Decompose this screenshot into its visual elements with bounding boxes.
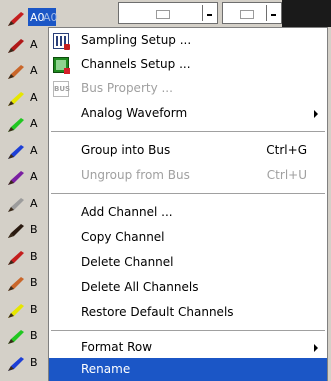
context-menu: Sampling Setup ... Channels Setup ... BU… bbox=[48, 27, 328, 381]
waveform-display bbox=[282, 0, 331, 27]
pen-color-icon[interactable] bbox=[6, 64, 26, 80]
menu-item-analog-waveform[interactable]: Analog Waveform bbox=[49, 102, 327, 125]
channel-label: A bbox=[30, 64, 38, 77]
channel-label: A bbox=[30, 117, 38, 130]
channel-label: B bbox=[30, 356, 38, 369]
pen-color-icon[interactable] bbox=[6, 38, 26, 54]
envelope-icon bbox=[156, 10, 170, 19]
bus-property-icon: BUS bbox=[53, 81, 70, 97]
menu-item-label: Channels Setup ... bbox=[81, 57, 191, 71]
channel-label: A bbox=[30, 144, 38, 157]
pen-color-icon[interactable] bbox=[6, 197, 26, 213]
submenu-arrow-icon bbox=[314, 110, 318, 118]
pen-color-icon[interactable] bbox=[6, 170, 26, 186]
trigger-cell-1[interactable] bbox=[118, 2, 218, 24]
pen-color-icon[interactable] bbox=[6, 303, 26, 319]
pen-color-icon[interactable] bbox=[6, 329, 26, 345]
menu-item-label: Add Channel ... bbox=[81, 205, 173, 219]
menu-item-label: Rename bbox=[81, 362, 131, 376]
pen-color-icon[interactable] bbox=[6, 91, 26, 107]
menu-item-rename[interactable]: Rename bbox=[49, 358, 327, 381]
pen-color-icon[interactable] bbox=[6, 276, 26, 292]
menu-item-label: Bus Property ... bbox=[81, 81, 173, 95]
channel-label: A bbox=[30, 91, 38, 104]
dropdown-arrow-icon[interactable] bbox=[202, 5, 215, 21]
channel-label-ghost: A0 bbox=[43, 11, 58, 24]
channel-label: B bbox=[30, 303, 38, 316]
menu-item-group-into-bus[interactable]: Group into Bus Ctrl+G bbox=[49, 139, 327, 162]
dropdown-arrow-icon[interactable] bbox=[266, 5, 279, 21]
menu-item-label: Delete All Channels bbox=[81, 280, 199, 294]
menu-item-delete-all-channels[interactable]: Delete All Channels bbox=[49, 276, 327, 299]
pen-color-icon[interactable] bbox=[6, 144, 26, 160]
menu-separator bbox=[51, 131, 325, 132]
menu-item-label: Sampling Setup ... bbox=[81, 33, 192, 47]
channel-label: A bbox=[30, 197, 38, 210]
menu-item-shortcut: Ctrl+G bbox=[266, 143, 307, 157]
menu-item-delete-channel[interactable]: Delete Channel bbox=[49, 251, 327, 274]
channel-label: A bbox=[30, 38, 38, 51]
menu-item-label: Restore Default Channels bbox=[81, 305, 234, 319]
submenu-arrow-icon bbox=[314, 344, 318, 352]
menu-item-ungroup-from-bus[interactable]: Ungroup from Bus Ctrl+U bbox=[49, 164, 327, 187]
menu-item-label: Delete Channel bbox=[81, 255, 174, 269]
channel-label: B bbox=[30, 276, 38, 289]
menu-item-label: Group into Bus bbox=[81, 143, 171, 157]
menu-separator bbox=[51, 330, 325, 331]
menu-item-sampling-setup[interactable]: Sampling Setup ... bbox=[49, 29, 327, 52]
channel-label: B bbox=[30, 223, 38, 236]
menu-item-channels-setup[interactable]: Channels Setup ... bbox=[49, 53, 327, 76]
channels-setup-icon bbox=[53, 57, 70, 74]
menu-item-label: Ungroup from Bus bbox=[81, 168, 190, 182]
menu-item-add-channel[interactable]: Add Channel ... bbox=[49, 201, 327, 224]
pen-color-icon[interactable] bbox=[6, 11, 26, 27]
pen-color-icon[interactable] bbox=[6, 356, 26, 372]
menu-item-shortcut: Ctrl+U bbox=[266, 168, 307, 182]
pen-color-icon[interactable] bbox=[6, 250, 26, 266]
sampling-setup-icon bbox=[53, 33, 70, 50]
menu-item-copy-channel[interactable]: Copy Channel bbox=[49, 226, 327, 249]
menu-item-label: Analog Waveform bbox=[81, 106, 188, 120]
pen-color-icon[interactable] bbox=[6, 117, 26, 133]
menu-item-bus-property[interactable]: BUS Bus Property ... bbox=[49, 77, 327, 100]
trigger-cell-2[interactable] bbox=[222, 2, 282, 24]
channel-label: A bbox=[30, 170, 38, 183]
menu-item-format-row[interactable]: Format Row bbox=[49, 336, 327, 359]
menu-item-label: Format Row bbox=[81, 340, 153, 354]
menu-item-restore-default-channels[interactable]: Restore Default Channels bbox=[49, 301, 327, 324]
menu-separator bbox=[51, 193, 325, 194]
channel-label: B bbox=[30, 250, 38, 263]
menu-item-label: Copy Channel bbox=[81, 230, 165, 244]
channel-label: B bbox=[30, 329, 38, 342]
pen-color-icon[interactable] bbox=[6, 223, 26, 239]
envelope-icon bbox=[240, 10, 254, 19]
